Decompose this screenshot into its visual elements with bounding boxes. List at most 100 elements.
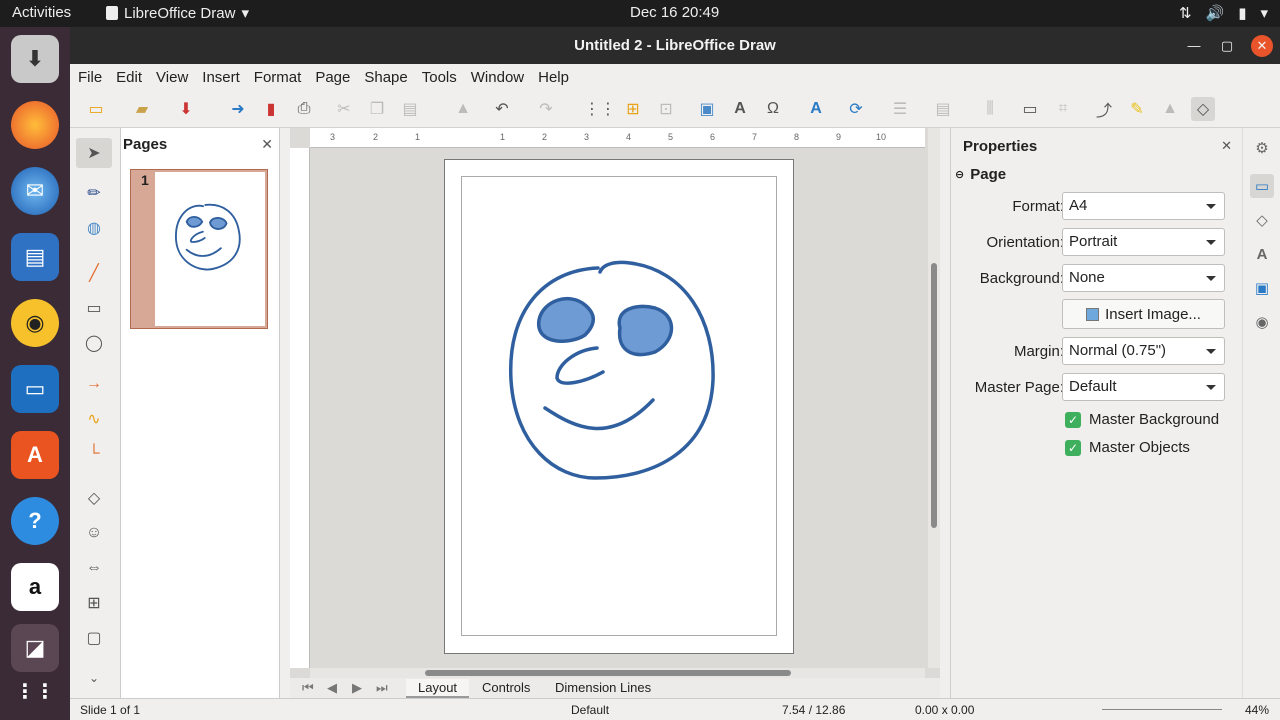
previous-page-icon[interactable]: ◀: [327, 680, 337, 696]
basic-shapes-icon[interactable]: ◇: [76, 483, 112, 513]
redo-icon[interactable]: ↷: [534, 97, 558, 121]
toggle-extrusion-icon[interactable]: ▲: [1158, 97, 1182, 121]
align-icon[interactable]: ☰: [888, 97, 912, 121]
export-icon[interactable]: ➜: [226, 97, 250, 121]
new-icon[interactable]: ▭: [84, 97, 108, 121]
menu-insert[interactable]: Insert: [196, 64, 248, 90]
minimize-icon[interactable]: —: [1183, 35, 1205, 57]
cut-icon[interactable]: ✂: [332, 97, 356, 121]
gallery-deck-icon[interactable]: ▣: [1250, 276, 1274, 300]
lines-arrows-icon[interactable]: →: [76, 369, 112, 399]
firefox-icon[interactable]: [11, 101, 59, 149]
close-icon[interactable]: ✕: [1221, 138, 1232, 154]
crop-icon[interactable]: ⌗: [1051, 97, 1075, 121]
format-dropdown[interactable]: A4: [1062, 192, 1225, 220]
curves-icon[interactable]: ∿: [76, 404, 112, 434]
distribute-icon[interactable]: ⫼: [978, 97, 1002, 121]
sidebar-settings-icon[interactable]: ⚙: [1250, 136, 1274, 160]
horizontal-scrollbar[interactable]: [310, 668, 925, 678]
rectangle-icon[interactable]: ▭: [76, 293, 112, 323]
menu-shape[interactable]: Shape: [358, 64, 415, 90]
vertical-scroll-thumb[interactable]: [931, 263, 937, 528]
last-page-icon[interactable]: ⏭: [376, 680, 388, 696]
tab-dimension-lines[interactable]: Dimension Lines: [543, 679, 663, 696]
more-tools-icon[interactable]: ⌄: [76, 663, 112, 693]
installer-icon[interactable]: ⬇: [11, 35, 59, 83]
navigator-deck-icon[interactable]: ◉: [1250, 310, 1274, 334]
grid-icon[interactable]: ⋮⋮: [584, 97, 616, 121]
menu-window[interactable]: Window: [465, 64, 532, 90]
show-draw-functions-icon[interactable]: ◇: [1191, 97, 1215, 121]
background-dropdown[interactable]: None: [1062, 264, 1225, 292]
drawing-page[interactable]: [444, 159, 794, 654]
shadow-icon[interactable]: ▭: [1018, 97, 1042, 121]
block-arrows-icon[interactable]: ⇔: [76, 553, 112, 583]
connectors-icon[interactable]: └: [76, 439, 112, 469]
menu-view[interactable]: View: [150, 64, 196, 90]
first-page-icon[interactable]: ⏮: [302, 680, 314, 696]
master-background-checkbox[interactable]: ✓ Master Background: [1065, 411, 1219, 428]
fill-color-icon[interactable]: ◍: [76, 213, 112, 243]
styles-deck-icon[interactable]: A: [1250, 242, 1274, 266]
help-icon[interactable]: ?: [11, 497, 59, 545]
special-character-icon[interactable]: Ω: [761, 97, 785, 121]
close-icon[interactable]: ✕: [1251, 35, 1273, 57]
menu-format[interactable]: Format: [248, 64, 310, 90]
software-center-icon[interactable]: A: [11, 431, 59, 479]
system-tray[interactable]: ⇅ 🔊 ▮ ▾: [1179, 4, 1268, 22]
master-page-dropdown[interactable]: Default: [1062, 373, 1225, 401]
flowchart-icon[interactable]: ⊞: [76, 588, 112, 618]
menu-file[interactable]: File: [72, 64, 110, 90]
glue-points-icon[interactable]: ✎: [1125, 97, 1149, 121]
line-color-icon[interactable]: ✏: [76, 178, 112, 208]
symbol-shapes-icon[interactable]: ☺: [76, 518, 112, 548]
page-section-header[interactable]: ⊖ Page: [955, 166, 1006, 183]
undo-icon[interactable]: ↶: [490, 97, 514, 121]
files-icon[interactable]: ▤: [11, 233, 59, 281]
callouts-icon[interactable]: ▢: [76, 623, 112, 653]
menu-edit[interactable]: Edit: [110, 64, 150, 90]
arrange-icon[interactable]: ▤: [931, 97, 955, 121]
page-thumbnail[interactable]: 1: [130, 169, 268, 329]
fontwork-icon[interactable]: A: [804, 97, 828, 121]
copy-icon[interactable]: ❐: [365, 97, 389, 121]
shapes-deck-icon[interactable]: ◇: [1250, 208, 1274, 232]
insert-image-button[interactable]: Insert Image...: [1062, 299, 1225, 329]
smiley-drawing[interactable]: [445, 160, 795, 655]
line-icon[interactable]: ╱: [76, 258, 112, 288]
show-apps-icon[interactable]: ⋮⋮: [11, 667, 59, 715]
text-box-icon[interactable]: A: [728, 97, 752, 121]
ellipse-icon[interactable]: ◯: [76, 328, 112, 358]
insert-image-icon[interactable]: ▣: [695, 97, 719, 121]
zoom-pan-icon[interactable]: ⊡: [654, 97, 678, 121]
thunderbird-icon[interactable]: ✉: [11, 167, 59, 215]
properties-deck-icon[interactable]: ▭: [1250, 174, 1274, 198]
vertical-scrollbar[interactable]: [928, 128, 940, 668]
orientation-dropdown[interactable]: Portrait: [1062, 228, 1225, 256]
clock[interactable]: Dec 16 20:49: [630, 4, 719, 21]
draw-icon[interactable]: ◪: [11, 624, 59, 672]
horizontal-ruler[interactable]: 3 2 1 1 2 3 4 5 6 7 8 9 10: [310, 128, 925, 148]
vertical-ruler[interactable]: [290, 148, 310, 668]
zoom-slider[interactable]: [1102, 709, 1222, 710]
print-icon[interactable]: ⎙: [292, 97, 316, 121]
tab-layout[interactable]: Layout: [406, 679, 470, 699]
clone-formatting-icon[interactable]: ▲: [451, 97, 475, 121]
save-icon[interactable]: ⬇: [174, 97, 198, 121]
close-icon[interactable]: ✕: [261, 136, 273, 153]
zoom-level[interactable]: 44%: [1245, 703, 1269, 717]
helplines-icon[interactable]: ⊞: [621, 97, 645, 121]
select-icon[interactable]: ➤: [76, 138, 112, 168]
horizontal-scroll-thumb[interactable]: [425, 670, 791, 676]
next-page-icon[interactable]: ▶: [352, 680, 362, 696]
points-icon[interactable]: ⤴: [1092, 97, 1116, 121]
amazon-icon[interactable]: a: [11, 563, 59, 611]
export-pdf-icon[interactable]: ▮: [259, 97, 283, 121]
menu-help[interactable]: Help: [532, 64, 577, 90]
activities-button[interactable]: Activities: [12, 4, 71, 21]
writer-icon[interactable]: ▭: [11, 365, 59, 413]
menu-page[interactable]: Page: [309, 64, 358, 90]
rhythmbox-icon[interactable]: ◉: [11, 299, 59, 347]
transformations-icon[interactable]: ⟳: [844, 97, 868, 121]
paste-icon[interactable]: ▤: [398, 97, 422, 121]
